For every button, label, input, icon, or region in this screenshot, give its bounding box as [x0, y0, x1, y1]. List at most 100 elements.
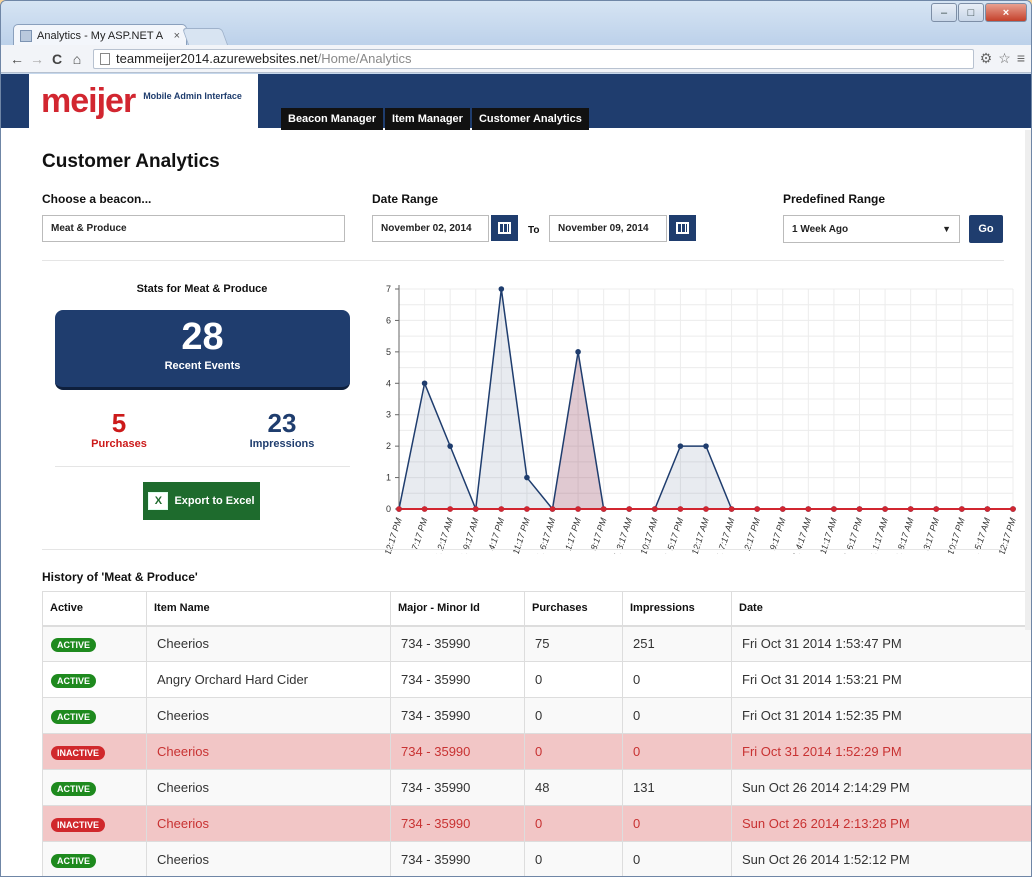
page-icon: [100, 52, 110, 65]
data-point: [805, 506, 812, 512]
nav-customer-analytics[interactable]: Customer Analytics: [471, 108, 589, 130]
data-point: [703, 443, 709, 449]
data-point: [524, 474, 530, 481]
page-scrollbar[interactable]: [1025, 130, 1031, 630]
table-header-row: Active Item Name Major - Minor Id Purcha…: [42, 591, 1031, 627]
y-tick-label: 3: [386, 410, 391, 420]
date-cell: Fri Oct 31 2014 1:52:29 PM: [731, 733, 1031, 770]
maximize-button[interactable]: □: [958, 3, 984, 22]
column-header: Purchases: [524, 591, 623, 627]
data-point: [575, 349, 581, 355]
data-point: [396, 506, 402, 512]
purchases-cell: 0: [524, 805, 623, 842]
purchases-stat: 5 Purchases: [79, 410, 159, 450]
address-bar[interactable]: teammeijer2014.azurewebsites.net /Home/A…: [93, 48, 974, 69]
beacon-label: Choose a beacon...: [42, 192, 152, 206]
data-point: [421, 380, 428, 387]
table-row[interactable]: ACTIVE Cheerios 734 - 35990 0 0 Sun Oct 26 20…: [42, 841, 1031, 876]
title-bar: Analytics - My ASP.NET A × – □ ×: [1, 1, 1031, 46]
nav-beacon-manager[interactable]: Beacon Manager: [281, 108, 384, 130]
calendar-icon: [498, 222, 511, 234]
table-row[interactable]: INACTIVE Cheerios 734 - 35990 0 0 Fri Oct 31 …: [42, 733, 1031, 770]
browser-tab[interactable]: Analytics - My ASP.NET A ×: [13, 24, 187, 46]
back-arrow-icon[interactable]: ←: [7, 51, 27, 67]
table-row[interactable]: INACTIVE Cheerios 734 - 35990 0 0 Sun Oct 26 …: [42, 805, 1031, 842]
close-window-button[interactable]: ×: [985, 3, 1027, 22]
nav-item-manager[interactable]: Item Manager: [385, 108, 470, 130]
recent-events-count: 28: [181, 316, 224, 358]
impressions-cell: 131: [622, 769, 732, 806]
status-cell: ACTIVE: [42, 769, 147, 806]
purchases-label: Purchases: [91, 438, 147, 450]
status-cell: ACTIVE: [42, 625, 147, 662]
date-range-label: Date Range: [372, 192, 439, 206]
data-point: [779, 506, 786, 512]
forward-arrow-icon[interactable]: →: [27, 51, 47, 67]
reload-icon[interactable]: C: [47, 51, 67, 67]
date-from-calendar-button[interactable]: [491, 215, 518, 241]
status-badge: ACTIVE: [51, 673, 97, 688]
data-point: [907, 506, 914, 512]
impressions-count: 23: [267, 408, 297, 438]
predefined-range-select[interactable]: 1 Week Ago ▼: [783, 215, 960, 243]
data-point: [472, 506, 479, 512]
new-tab-button[interactable]: [181, 28, 229, 45]
purchases-cell: 0: [524, 661, 623, 698]
minimize-button[interactable]: –: [931, 3, 957, 22]
go-button[interactable]: Go: [969, 215, 1003, 243]
home-icon[interactable]: ⌂: [67, 51, 87, 67]
status-badge: INACTIVE: [51, 817, 106, 832]
tab-close-icon[interactable]: ×: [174, 30, 180, 42]
y-tick-label: 4: [386, 378, 391, 388]
purchases-cell: 75: [524, 625, 623, 662]
column-header: Impressions: [622, 591, 732, 627]
item-name-cell: Cheerios: [146, 769, 391, 806]
data-point: [549, 506, 556, 512]
impressions-cell: 251: [622, 625, 732, 662]
recent-events-card: 28 Recent Events: [55, 310, 350, 390]
impressions-stat: 23 Impressions: [237, 410, 327, 450]
to-label: To: [528, 225, 540, 236]
data-point: [447, 506, 453, 512]
status-cell: INACTIVE: [42, 733, 147, 770]
bookmark-star-icon[interactable]: ☆: [998, 50, 1011, 67]
beacon-input[interactable]: Meat & Produce: [42, 215, 345, 242]
table-row[interactable]: ACTIVE Angry Orchard Hard Cider 734 - 3599…: [42, 661, 1031, 698]
data-point: [677, 443, 684, 449]
major-minor-id-cell: 734 - 35990: [390, 661, 525, 698]
meijer-logo: meijer: [41, 82, 136, 120]
column-header: Item Name: [146, 591, 391, 627]
browser-window: Analytics - My ASP.NET A × – □ × ← → C ⌂…: [0, 0, 1032, 877]
data-point: [933, 506, 940, 512]
major-minor-id-cell: 734 - 35990: [390, 625, 525, 662]
column-header: Active: [42, 591, 147, 627]
table-row[interactable]: ACTIVE Cheerios 734 - 35990 48 131 Sun Oct 26…: [42, 769, 1031, 806]
date-cell: Sun Oct 26 2014 1:52:12 PM: [731, 841, 1031, 876]
divider: [42, 549, 1004, 550]
major-minor-id-cell: 734 - 35990: [390, 733, 525, 770]
status-badge: ACTIVE: [51, 781, 97, 796]
stats-title: Stats for Meat & Produce: [136, 283, 268, 295]
logo-area[interactable]: meijer Mobile Admin Interface: [29, 74, 258, 128]
date-to-input[interactable]: November 09, 2014: [549, 215, 667, 242]
table-row[interactable]: ACTIVE Cheerios 734 - 35990 0 0 Fri Oct 31 20…: [42, 697, 1031, 734]
export-excel-button[interactable]: X Export to Excel: [143, 482, 260, 520]
major-minor-id-cell: 734 - 35990: [390, 697, 525, 734]
table-row[interactable]: ACTIVE Cheerios 734 - 35990 75 251 Fri Oct 31…: [42, 625, 1031, 662]
date-cell: Sun Oct 26 2014 2:13:28 PM: [731, 805, 1031, 842]
calendar-icon: [676, 222, 689, 234]
menu-icon[interactable]: ≡: [1017, 50, 1025, 67]
date-from-input[interactable]: November 02, 2014: [372, 215, 489, 242]
status-badge: ACTIVE: [51, 853, 97, 868]
history-title: History of 'Meat & Produce': [42, 570, 198, 584]
data-point: [600, 506, 607, 512]
data-point: [728, 506, 735, 512]
date-cell: Sun Oct 26 2014 2:14:29 PM: [731, 769, 1031, 806]
extension-icon[interactable]: ⚙: [980, 50, 993, 67]
date-to-calendar-button[interactable]: [669, 215, 696, 241]
status-badge: ACTIVE: [51, 709, 97, 724]
y-tick-label: 5: [386, 347, 391, 357]
data-point: [498, 506, 505, 512]
stats-divider: [55, 466, 350, 467]
data-point: [652, 506, 658, 512]
